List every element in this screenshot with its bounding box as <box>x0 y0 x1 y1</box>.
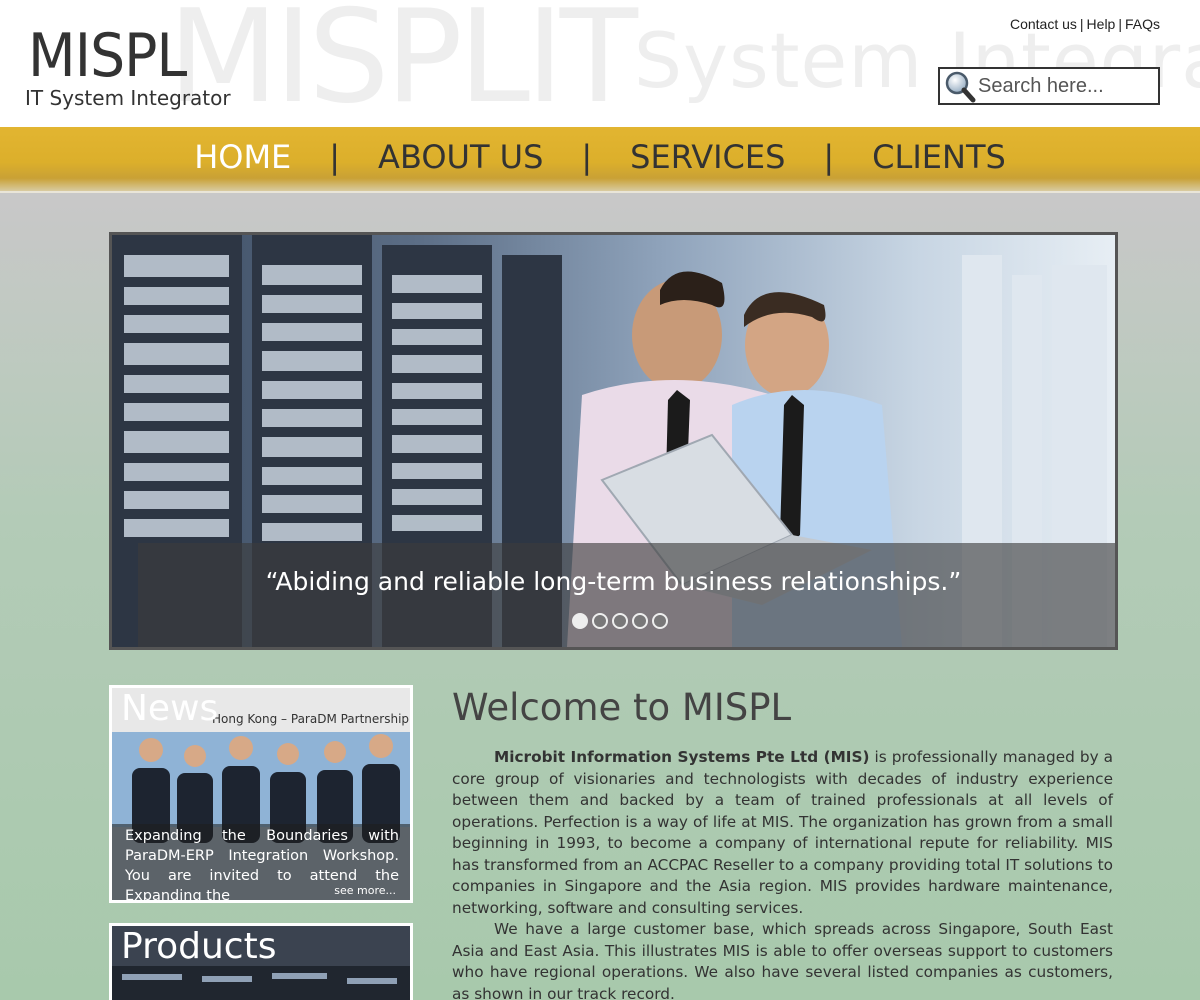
slider-dot-5[interactable] <box>652 613 668 629</box>
hero-slider[interactable]: “Abiding and reliable long-term business… <box>109 232 1118 650</box>
main-nav: HOME | ABOUT US | SERVICES | CLIENTS <box>0 127 1200 193</box>
site-header: MISPLITSystem Integrat MISPL IT System I… <box>0 0 1200 127</box>
slider-dots <box>572 613 668 629</box>
link-separator: | <box>1079 16 1084 32</box>
nav-separator: | <box>823 138 835 176</box>
nav-about-us[interactable]: ABOUT US <box>378 138 543 180</box>
nav-clients[interactable]: CLIENTS <box>872 138 1006 180</box>
slider-dot-4[interactable] <box>632 613 648 629</box>
nav-home[interactable]: HOME <box>194 138 291 180</box>
slider-dot-2[interactable] <box>592 613 608 629</box>
nav-separator: | <box>581 138 593 176</box>
welcome-paragraph-1: Microbit Information Systems Pte Ltd (MI… <box>452 747 1113 919</box>
welcome-heading: Welcome to MISPL <box>452 686 792 729</box>
news-see-more-link[interactable]: see more... <box>334 884 396 897</box>
slider-dot-3[interactable] <box>612 613 628 629</box>
hero-caption: “Abiding and reliable long-term business… <box>265 567 962 596</box>
watermark-big-text: MISPLIT <box>168 0 638 127</box>
news-box[interactable]: Hong Kong – ParaDM Partnership News Expa… <box>109 685 413 903</box>
faqs-link[interactable]: FAQs <box>1125 16 1160 32</box>
site-logo[interactable]: MISPL IT System Integrator <box>25 21 231 110</box>
news-title: News <box>121 688 219 729</box>
slider-dot-1[interactable] <box>572 613 588 629</box>
welcome-paragraph-2: We have a large customer base, which spr… <box>452 920 1113 1000</box>
nav-services[interactable]: SERVICES <box>630 138 785 180</box>
caption-band <box>138 543 1115 647</box>
logo-title: MISPL <box>28 21 187 91</box>
search-icon[interactable] <box>940 69 978 103</box>
products-title: Products <box>121 926 277 967</box>
nav-separator: | <box>329 138 341 176</box>
top-links: Contact us | Help | FAQs <box>1010 16 1160 32</box>
news-banner-text: Hong Kong – ParaDM Partnership <box>212 712 410 726</box>
search-input[interactable] <box>978 74 1148 98</box>
welcome-paragraph-1-text: is professionally managed by a core grou… <box>452 748 1113 917</box>
help-link[interactable]: Help <box>1087 16 1116 32</box>
products-box[interactable]: Products <box>109 923 413 1000</box>
link-separator: | <box>1118 16 1122 32</box>
company-name: Microbit Information Systems Pte Ltd (MI… <box>494 748 870 766</box>
contact-us-link[interactable]: Contact us <box>1010 16 1077 32</box>
search-box[interactable] <box>938 67 1160 105</box>
